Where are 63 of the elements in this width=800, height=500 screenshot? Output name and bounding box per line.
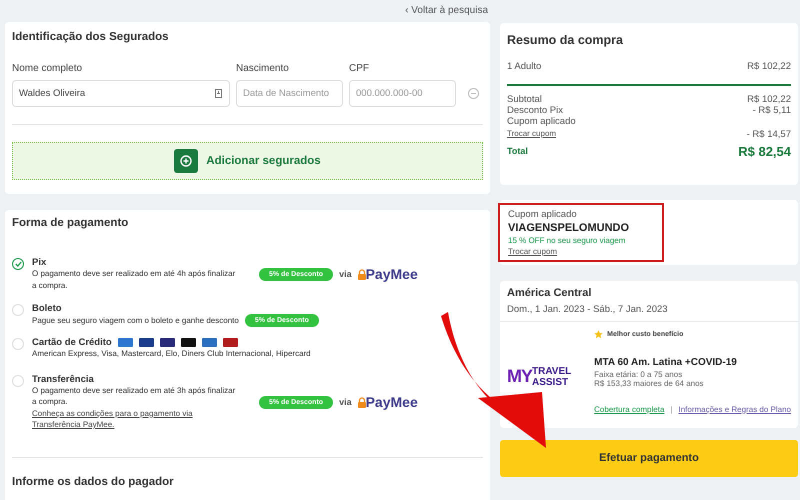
summary-title: Resumo da compra: [507, 33, 624, 47]
coverage-link[interactable]: Cobertura completa: [594, 404, 664, 414]
method-title: Cartão de Crédito: [32, 337, 112, 348]
section-title: Identificação dos Segurados: [12, 31, 170, 43]
coupon-label: Cupom aplicado: [508, 208, 578, 220]
lock-icon: [358, 396, 366, 408]
section-title: Informe os dados do pagador: [12, 476, 175, 488]
pay-button[interactable]: Efetuar pagamento: [500, 440, 798, 476]
card-brand-icon: [222, 338, 238, 347]
plan-name: MTA 60 Am. Latina +COVID-19: [594, 356, 738, 368]
summary-value: - R$ 14,57: [746, 128, 791, 140]
input-field[interactable]: Waldes Oliveira: [12, 80, 230, 107]
section-title: Forma de pagamento: [12, 217, 130, 229]
method-description: Pague seu seguro viagem com o boleto e ganhe desconto: [32, 314, 239, 326]
method-description: O pagamento deve ser realizado em até 4h após finalizar a compra.: [32, 268, 236, 291]
check-icon: [14, 261, 22, 267]
plan-rules-link[interactable]: Informações e Regras do Plano: [678, 404, 791, 414]
via-text: via: [339, 269, 352, 279]
item-price: R$ 102,22: [747, 61, 791, 72]
summary-label: Cupom aplicado: [507, 116, 576, 127]
field-label: CPF: [349, 63, 370, 74]
total-value: R$ 82,54: [738, 144, 791, 158]
lock-icon: [358, 268, 366, 280]
coupon-discount: 15 % OFF no seu seguro viagem: [508, 236, 626, 244]
conditions-link[interactable]: Conheça as condições para o pagamento via Transferência PayMee.: [32, 408, 237, 430]
card-brand-icon: [160, 338, 175, 347]
contact-card-icon: [215, 89, 222, 98]
method-title: Boleto: [32, 303, 63, 314]
via-text: via: [339, 397, 352, 407]
summary-value: - R$ 5,11: [752, 105, 791, 116]
card-brand-icon: [118, 338, 133, 347]
coupon-code: VIAGENSPELOMUNDO: [508, 222, 630, 234]
plan-age: Faixa etária: 0 a 75 anos: [594, 370, 684, 378]
method-title: Transferência: [32, 374, 95, 384]
paymee-logo-text: PayMee: [366, 266, 418, 282]
radio-button[interactable]: [12, 258, 24, 270]
card-brand-icon: [180, 338, 196, 347]
method-description: American Express, Visa, Mastercard, Elo, Diners Club Internacional, Hipercard: [32, 348, 311, 360]
add-insured-button[interactable]: Adicionar segurados: [174, 149, 321, 173]
method-description: O pagamento deve ser realizado em até 3h após finalizar a compra.: [32, 384, 236, 408]
summary-label: Subtotal: [507, 94, 542, 105]
star-icon: [594, 330, 604, 338]
method-title: Pix: [32, 257, 48, 268]
plan-price-note: R$ 153,33 maiores de 64 anos: [594, 378, 705, 388]
input-field[interactable]: 000.000.000-00: [349, 80, 456, 107]
field-label: Nome completo: [12, 63, 84, 74]
item-label: 1 Adulto: [507, 61, 542, 72]
total-label: Total: [507, 146, 528, 156]
change-coupon-link[interactable]: Trocar cupom: [507, 127, 556, 142]
plan-region: América Central: [507, 286, 592, 298]
plan-dates: Dom., 1 Jan. 2023 - Sáb., 7 Jan. 2023: [507, 304, 669, 314]
change-coupon-link[interactable]: Trocar cupom: [508, 246, 654, 256]
summary-value: R$ 102,22: [747, 94, 791, 105]
field-label: Nascimento: [236, 63, 290, 74]
link-separator: |: [670, 404, 672, 414]
input-field[interactable]: Data de Nascimento: [236, 80, 343, 107]
summary-label: Desconto Pix: [507, 105, 563, 116]
plus-circle-icon: [180, 155, 192, 167]
card-brand-icon: [202, 338, 217, 347]
remove-icon[interactable]: [468, 88, 479, 99]
back-link[interactable]: ‹ Voltar à pesquisa: [405, 0, 488, 22]
card-brand-icon: [138, 338, 154, 347]
paymee-logo-text: PayMee: [366, 394, 418, 410]
